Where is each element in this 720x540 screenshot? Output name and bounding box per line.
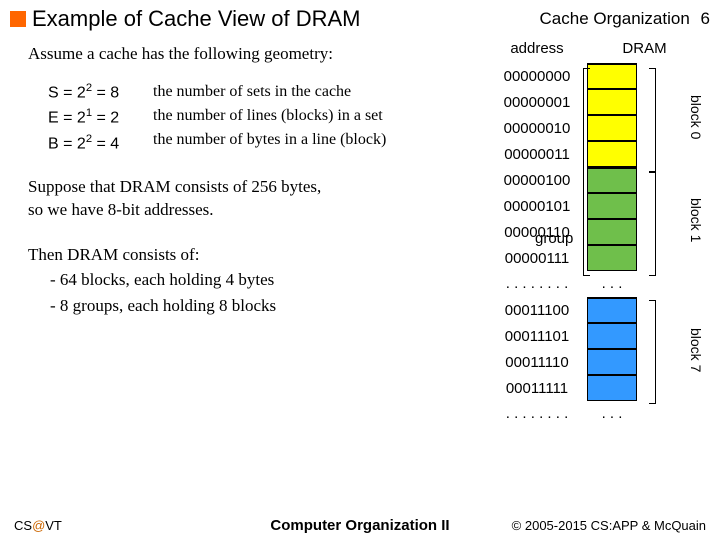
footer-cs: CS	[14, 518, 32, 533]
footer-at: @	[32, 518, 45, 533]
dram-cell	[587, 167, 637, 193]
page-number: 6	[701, 9, 710, 28]
color-dots: . . .	[587, 401, 637, 425]
b-lhs: B = 2	[48, 135, 86, 152]
table-row: 00011111	[487, 375, 702, 401]
ellipsis-row: . . . . . . . . . . .	[487, 271, 702, 297]
section-name: Cache Organization	[540, 9, 690, 28]
footer-left: CS@VT	[14, 518, 245, 533]
dram-cell	[587, 297, 637, 323]
group-bracket	[583, 68, 590, 276]
s-rhs: = 8	[92, 84, 119, 101]
dram-cell	[587, 115, 637, 141]
s-desc: the number of sets in the cache	[153, 80, 386, 104]
addr-dots: . . . . . . . .	[487, 271, 587, 295]
dram-cell	[587, 349, 637, 375]
b-desc: the number of bytes in a line (block)	[153, 128, 386, 152]
dram-panel: address DRAM group block 0 block 1 block…	[487, 40, 702, 427]
addr-cell: 00011100	[487, 297, 587, 323]
dram-cell	[587, 245, 637, 271]
addr-cell: 00011111	[487, 375, 587, 401]
geometry-equations: S = 22 = 8 E = 21 = 2 B = 22 = 4	[28, 80, 153, 156]
block1-label: block 1	[659, 198, 704, 242]
dram-cell	[587, 323, 637, 349]
addr-cell: 00000011	[487, 141, 587, 167]
section-label: Cache Organization 6	[540, 9, 710, 29]
e-desc: the number of lines (blocks) in a set	[153, 104, 386, 128]
footer-center: Computer Organization II	[245, 517, 476, 534]
address-header: address	[487, 40, 587, 57]
b-rhs: = 4	[92, 135, 119, 152]
table-row: 00000100	[487, 167, 702, 193]
suppose-line1: Suppose that DRAM consists of 256 bytes,	[28, 177, 321, 196]
addr-cell: 00000000	[487, 63, 587, 89]
block1-bracket	[649, 172, 656, 276]
slide-footer: CS@VT Computer Organization II © 2005-20…	[0, 517, 720, 534]
addr-cell: 00000101	[487, 193, 587, 219]
dram-column-header: DRAM	[587, 40, 702, 57]
table-row: 00011100	[487, 297, 702, 323]
addr-cell: 00011110	[487, 349, 587, 375]
e-rhs: = 2	[92, 110, 119, 127]
addr-cell: 00011101	[487, 323, 587, 349]
geometry-descriptions: the number of sets in the cache the numb…	[153, 80, 386, 156]
addr-cell: 00000010	[487, 115, 587, 141]
block7-bracket	[649, 300, 656, 404]
ellipsis-row: . . . . . . . . . . .	[487, 401, 702, 427]
table-row: 00000011	[487, 141, 702, 167]
group-label: group	[535, 230, 573, 247]
table-row: 00000000	[487, 63, 702, 89]
addr-cell: 00000001	[487, 89, 587, 115]
dram-cell	[587, 219, 637, 245]
block0-label: block 0	[659, 95, 704, 139]
dram-cell	[587, 63, 637, 89]
bullet-icon	[10, 11, 26, 27]
addr-cell: 00000100	[487, 167, 587, 193]
s-lhs: S = 2	[48, 84, 86, 101]
dram-header: address DRAM	[487, 40, 702, 57]
dram-cell	[587, 141, 637, 167]
slide-title: Example of Cache View of DRAM	[32, 6, 540, 32]
slide-header: Example of Cache View of DRAM Cache Orga…	[0, 0, 720, 34]
block7-label: block 7	[659, 328, 704, 372]
dram-cell	[587, 89, 637, 115]
block0-bracket	[649, 68, 656, 172]
addr-dots: . . . . . . . .	[487, 401, 587, 425]
color-dots: . . .	[587, 271, 637, 295]
dram-cell	[587, 375, 637, 401]
suppose-line2: so we have 8-bit addresses.	[28, 200, 214, 219]
dram-cell	[587, 193, 637, 219]
addr-cell: 00000111	[487, 245, 587, 271]
table-row: 00000111	[487, 245, 702, 271]
e-lhs: E = 2	[48, 110, 86, 127]
footer-vt: VT	[45, 518, 62, 533]
footer-right: © 2005-2015 CS:APP & McQuain	[475, 518, 706, 533]
